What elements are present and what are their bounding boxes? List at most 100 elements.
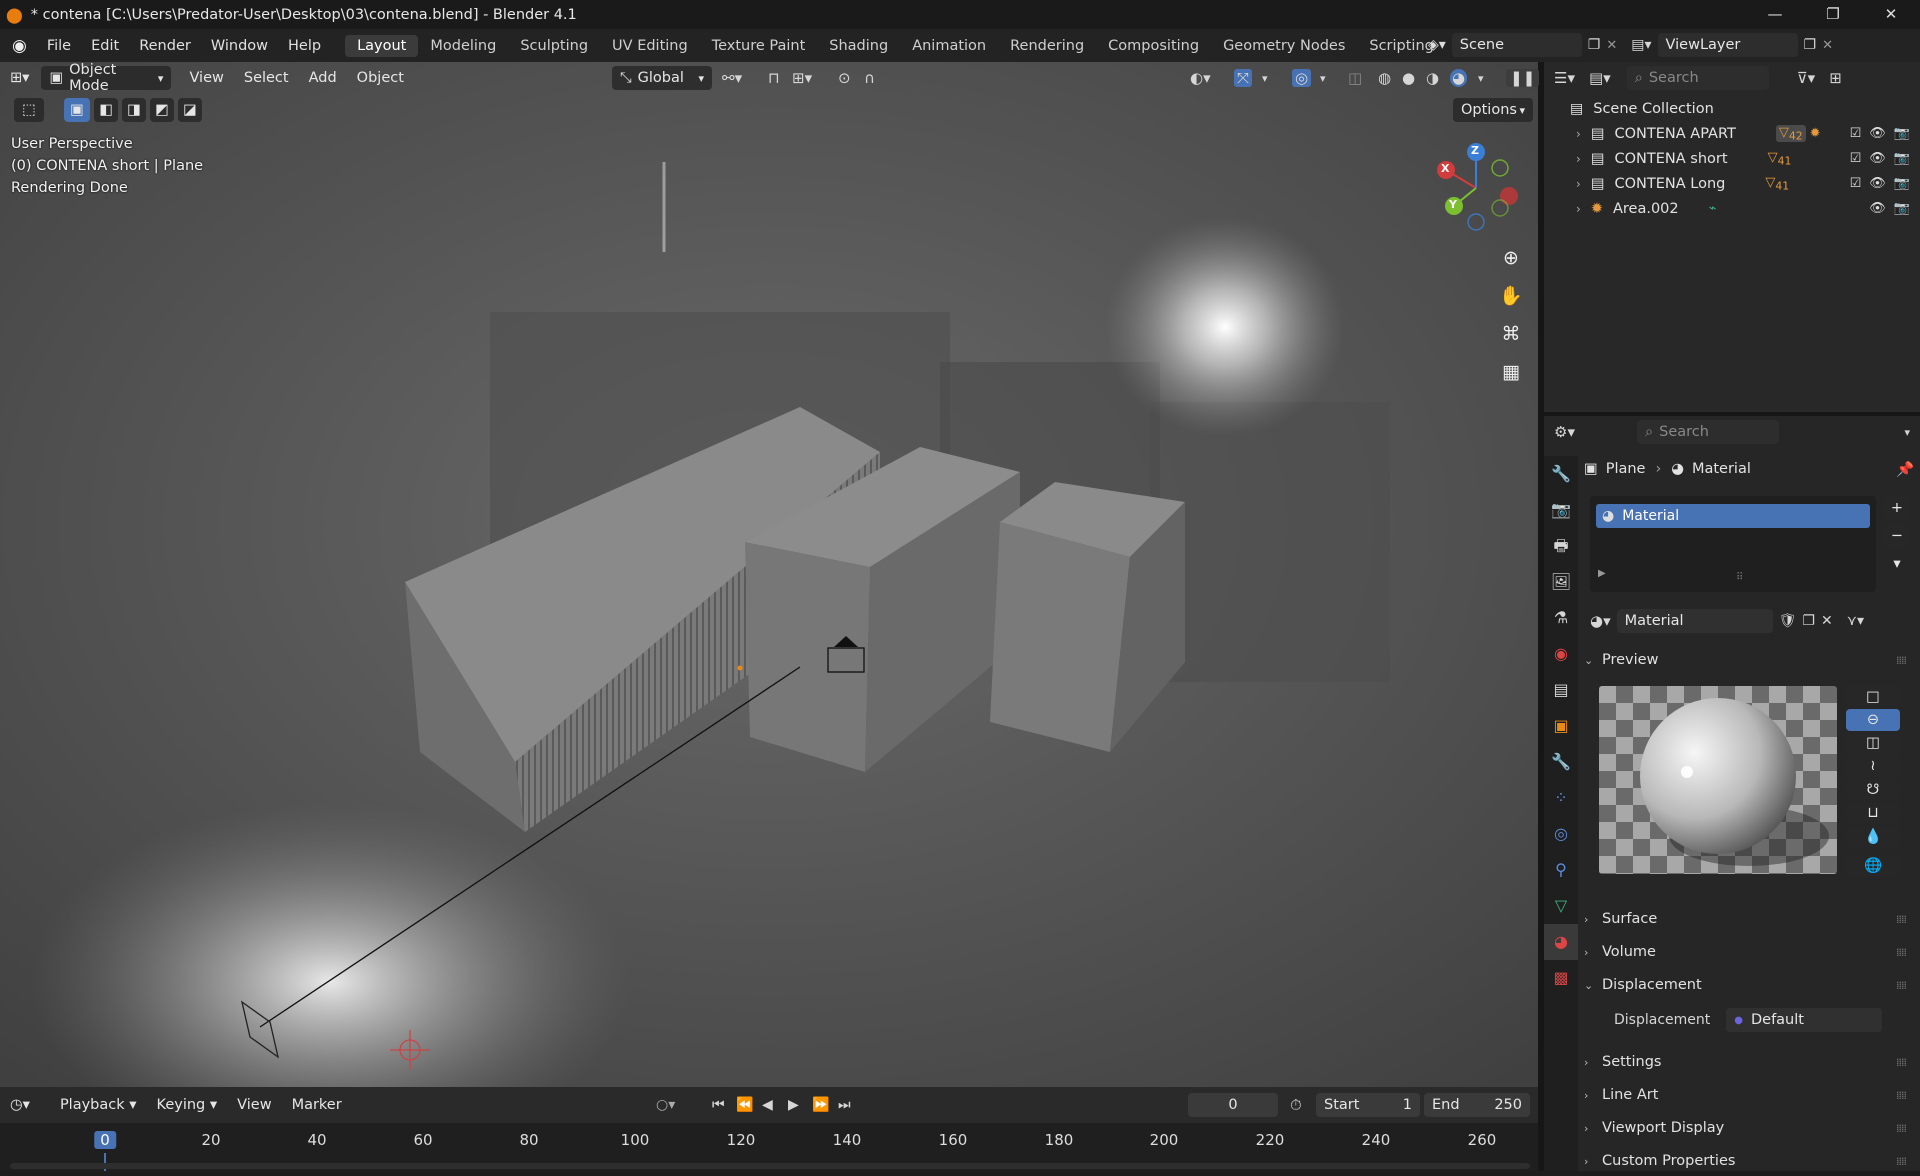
menu-select[interactable]: Select (234, 70, 299, 86)
menu-render[interactable]: Render (129, 38, 201, 54)
tab-modeling[interactable]: Modeling (418, 35, 508, 57)
drag-grip-icon[interactable]: ⁞⁞⁞⁞ (1896, 913, 1907, 926)
preview-range-icon[interactable]: ⏱ (1290, 1096, 1302, 1114)
pause-render-icon[interactable]: ❚❚ (1506, 69, 1540, 87)
falloff-icon[interactable]: ∩ (864, 69, 875, 87)
preview-flat-icon[interactable]: □ (1846, 686, 1900, 708)
fake-user-shield-icon[interactable]: 🛡 (1779, 613, 1797, 629)
displacement-panel-header[interactable]: ⌄ Displacement ⁞⁞⁞⁞ (1584, 970, 1914, 1000)
preview-fluid-icon[interactable]: 💧 (1846, 825, 1900, 847)
pan-hand-icon[interactable]: ✋ (1495, 280, 1527, 312)
pivot-icon[interactable]: ⚯▾ (722, 69, 742, 87)
material-name-field[interactable]: Material (1616, 609, 1773, 633)
zoom-icon[interactable]: ⊕ (1495, 242, 1527, 274)
maximize-button[interactable]: ❐ (1804, 0, 1862, 29)
editor-type-icon[interactable]: ⊞▾ (0, 70, 39, 86)
auto-keying-icon[interactable]: ○▾ (656, 1097, 675, 1113)
preview-sphere-icon[interactable]: ⊖ (1846, 709, 1900, 731)
transform-orientation-dropdown[interactable]: ⤡ Global ▾ (612, 66, 712, 90)
remove-slot-button[interactable]: − (1884, 524, 1910, 548)
outliner-search-field[interactable]: ⌕ Search (1626, 66, 1769, 90)
tool-tab-icon[interactable]: 🔧 (1544, 456, 1578, 492)
tab-uv-editing[interactable]: UV Editing (600, 35, 700, 57)
scene-field[interactable]: Scene (1451, 33, 1582, 57)
resize-grip-icon[interactable]: ⠿ (1736, 572, 1743, 583)
browse-material-icon[interactable]: ◕▾ (1590, 612, 1611, 630)
navigation-gizmo[interactable]: Z X Y (1430, 142, 1520, 232)
playhead[interactable]: 0 (94, 1131, 116, 1149)
select-invert-icon[interactable]: ◩ (150, 98, 174, 122)
add-slot-button[interactable]: + (1884, 496, 1910, 520)
display-mode-icon[interactable]: ▤▾ (1589, 69, 1611, 87)
drag-grip-icon[interactable]: ⁞⁞⁞⁞ (1896, 946, 1907, 959)
tab-layout[interactable]: Layout (345, 34, 419, 57)
minimize-button[interactable]: — (1746, 0, 1804, 29)
menu-view[interactable]: View (179, 70, 233, 86)
preview-cube-icon[interactable]: ◫ (1846, 732, 1900, 754)
exclude-checkbox[interactable]: ☑ (1850, 176, 1862, 191)
drag-grip-icon[interactable]: ⁞⁞⁞⁞ (1896, 1122, 1907, 1135)
snap-target-icon[interactable]: ⊞▾ (792, 69, 812, 87)
slot-specials-icon[interactable]: ▾ (1884, 552, 1910, 576)
select-new-icon[interactable]: ▣ (64, 98, 90, 122)
new-viewlayer-icon[interactable]: ❐ (1804, 37, 1817, 53)
gizmo-toggle-icon[interactable]: ⤧ (1234, 69, 1253, 87)
outliner-editor-type-icon[interactable]: ☰▾ (1554, 69, 1575, 87)
particles-tab-icon[interactable]: ⁘ (1544, 780, 1578, 816)
play-icon[interactable]: ▶ (788, 1097, 799, 1113)
select-box-tool-icon[interactable]: ⬚ (14, 98, 44, 122)
world-tab-icon[interactable]: ◉ (1544, 636, 1578, 672)
viewport-display-panel-header[interactable]: › Viewport Display ⁞⁞⁞⁞ (1584, 1113, 1914, 1143)
collection-tab-icon[interactable]: ▤ (1544, 672, 1578, 708)
wireframe-shading-icon[interactable]: ◍ (1378, 69, 1391, 87)
3d-viewport[interactable]: User Perspective (0) CONTENA short | Pla… (0, 62, 1538, 1087)
tab-rendering[interactable]: Rendering (998, 35, 1096, 57)
outliner-item-contena-short[interactable]: › ▤ CONTENA short ▽41 ☑ 👁 📷 (1544, 146, 1920, 171)
close-button[interactable]: ✕ (1862, 0, 1920, 29)
tab-compositing[interactable]: Compositing (1096, 35, 1211, 57)
preview-world-icon[interactable]: 🌐 (1846, 854, 1900, 876)
perspective-grid-icon[interactable]: ▦ (1495, 356, 1527, 388)
constraints-tab-icon[interactable]: ⚲ (1544, 852, 1578, 888)
scene-browse-icon[interactable]: ◈▾ (1428, 37, 1446, 53)
playback-menu[interactable]: Playback ▾ (50, 1097, 147, 1113)
custom-properties-panel-header[interactable]: › Custom Properties ⁞⁞⁞⁞ (1584, 1146, 1914, 1176)
expand-chevron-icon[interactable]: › (1576, 152, 1581, 166)
menu-add[interactable]: Add (299, 70, 347, 86)
end-frame-field[interactable]: End 250 (1424, 1093, 1530, 1117)
menu-help[interactable]: Help (278, 38, 331, 54)
viewlayer-browse-icon[interactable]: ▤▾ (1631, 37, 1651, 53)
start-frame-field[interactable]: Start 1 (1316, 1093, 1420, 1117)
jump-keyframe-back-icon[interactable]: ⏪ (736, 1097, 753, 1113)
data-tab-icon[interactable]: ▽ (1544, 888, 1578, 924)
eye-icon[interactable]: 👁 (1869, 176, 1886, 191)
menu-edit[interactable]: Edit (81, 38, 129, 54)
tab-texture-paint[interactable]: Texture Paint (700, 35, 818, 57)
filter-icon[interactable]: ⊽▾ (1797, 69, 1816, 87)
tab-animation[interactable]: Animation (900, 35, 998, 57)
remove-viewlayer-icon[interactable]: ✕ (1822, 38, 1833, 53)
menu-object[interactable]: Object (347, 70, 414, 86)
drag-grip-icon[interactable]: ⁞⁞⁞⁞ (1896, 979, 1907, 992)
unlink-material-icon[interactable]: ✕ (1821, 613, 1833, 629)
eye-icon[interactable]: 👁 (1869, 151, 1886, 166)
duplicate-material-icon[interactable]: ❐ (1802, 613, 1815, 629)
preview-cloth-icon[interactable]: ⊔ (1846, 802, 1900, 824)
object-mode-dropdown[interactable]: ▣ Object Mode ▾ (41, 62, 172, 94)
drag-grip-icon[interactable]: ⁞⁞⁞⁞ (1896, 1155, 1907, 1168)
menu-file[interactable]: File (37, 38, 81, 54)
marker-menu[interactable]: Marker (282, 1097, 352, 1113)
settings-panel-header[interactable]: › Settings ⁞⁞⁞⁞ (1584, 1047, 1914, 1077)
remove-scene-icon[interactable]: ✕ (1606, 38, 1617, 53)
chevron-down-icon[interactable]: ▾ (1478, 72, 1484, 85)
render-camera-icon[interactable]: 📷 (1894, 151, 1910, 166)
proportional-edit-icon[interactable]: ⊙ (838, 69, 851, 87)
expand-chevron-icon[interactable]: › (1576, 202, 1581, 216)
tab-shading[interactable]: Shading (817, 35, 900, 57)
jump-start-icon[interactable]: ⏮ (712, 1097, 725, 1113)
select-subtract-icon[interactable]: ◨ (122, 98, 146, 122)
outliner-item-area-002[interactable]: › ✹ Area.002 ⌁ 👁 📷 (1544, 196, 1920, 221)
eye-icon[interactable]: 👁 (1869, 201, 1886, 216)
tab-geometry-nodes[interactable]: Geometry Nodes (1211, 35, 1357, 57)
chevron-down-icon[interactable]: ▾ (1320, 72, 1326, 85)
